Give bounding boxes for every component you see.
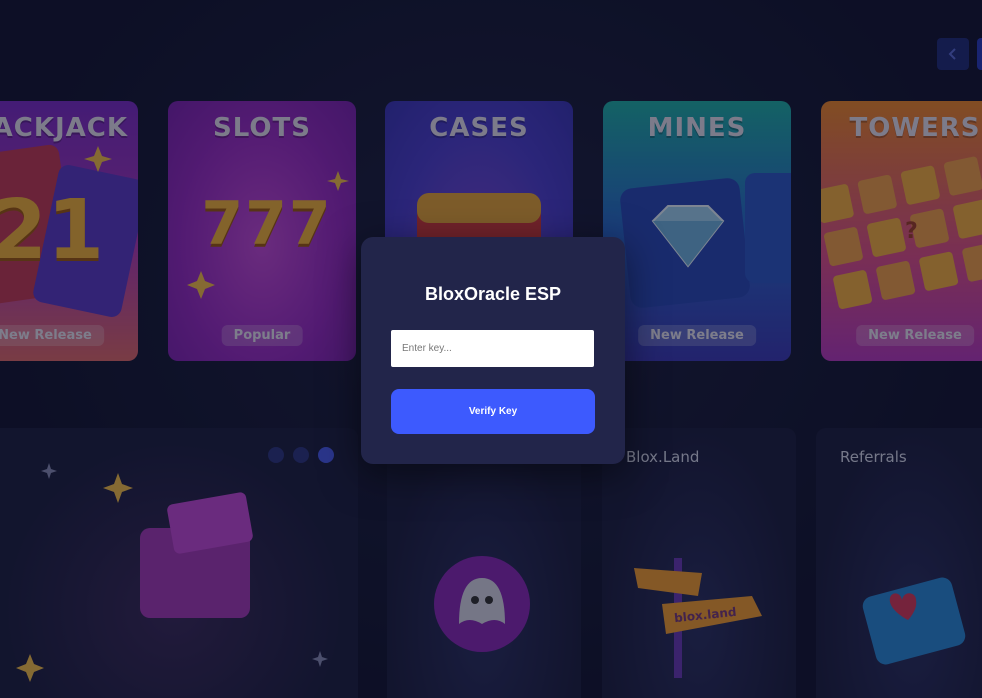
promo-banner[interactable] bbox=[0, 428, 358, 698]
bottom-card-title: Referrals bbox=[840, 448, 907, 466]
mystery-box-art bbox=[16, 463, 328, 682]
promo-carousel-dots bbox=[268, 447, 343, 467]
carousel-dot[interactable] bbox=[293, 447, 309, 463]
card-badge: New Release bbox=[856, 325, 974, 346]
envelope-icon bbox=[862, 577, 966, 665]
card-title: MINES bbox=[647, 113, 747, 143]
key-verification-dialog: BloxOracle ESP Verify Key bbox=[361, 237, 625, 464]
game-card-slots[interactable]: 777 SLOTS Popular bbox=[168, 101, 356, 361]
verify-key-button[interactable]: Verify Key bbox=[391, 389, 595, 434]
blackjack-art-number: 21 bbox=[0, 183, 105, 278]
card-badge: New Release bbox=[638, 325, 756, 346]
bottom-card-referrals[interactable]: Referrals bbox=[816, 428, 982, 698]
card-title: CASES bbox=[429, 113, 529, 143]
bottom-card-blox-land[interactable]: Blox.Land blox.land bbox=[602, 428, 796, 698]
chevron-left-icon bbox=[948, 48, 956, 60]
carousel-dot[interactable] bbox=[268, 447, 284, 463]
ghost-icon bbox=[434, 556, 530, 652]
card-title: TOWERS bbox=[849, 113, 981, 143]
game-card-towers[interactable]: ? TOWERS New Release bbox=[821, 101, 982, 361]
dialog-title: BloxOracle ESP bbox=[424, 284, 562, 304]
card-title: SLOTS bbox=[213, 113, 311, 143]
carousel-next-button[interactable] bbox=[977, 38, 982, 70]
key-input[interactable] bbox=[391, 330, 594, 367]
card-badge: Popular bbox=[221, 325, 303, 346]
bottom-card-title: Blox.Land bbox=[626, 448, 700, 466]
game-card-blackjack[interactable]: 21 ACKJACK New Release bbox=[0, 101, 138, 361]
carousel-dot-active[interactable] bbox=[318, 447, 334, 463]
card-title: ACKJACK bbox=[0, 113, 128, 143]
game-card-mines[interactable]: MINES New Release bbox=[603, 101, 791, 361]
carousel-prev-button[interactable] bbox=[937, 38, 969, 70]
bottom-card-discord[interactable] bbox=[387, 428, 581, 698]
slots-art-number: 777 bbox=[201, 189, 333, 259]
towers-question-mark: ? bbox=[905, 219, 918, 244]
signpost-art bbox=[634, 558, 762, 678]
card-badge: New Release bbox=[0, 325, 104, 346]
